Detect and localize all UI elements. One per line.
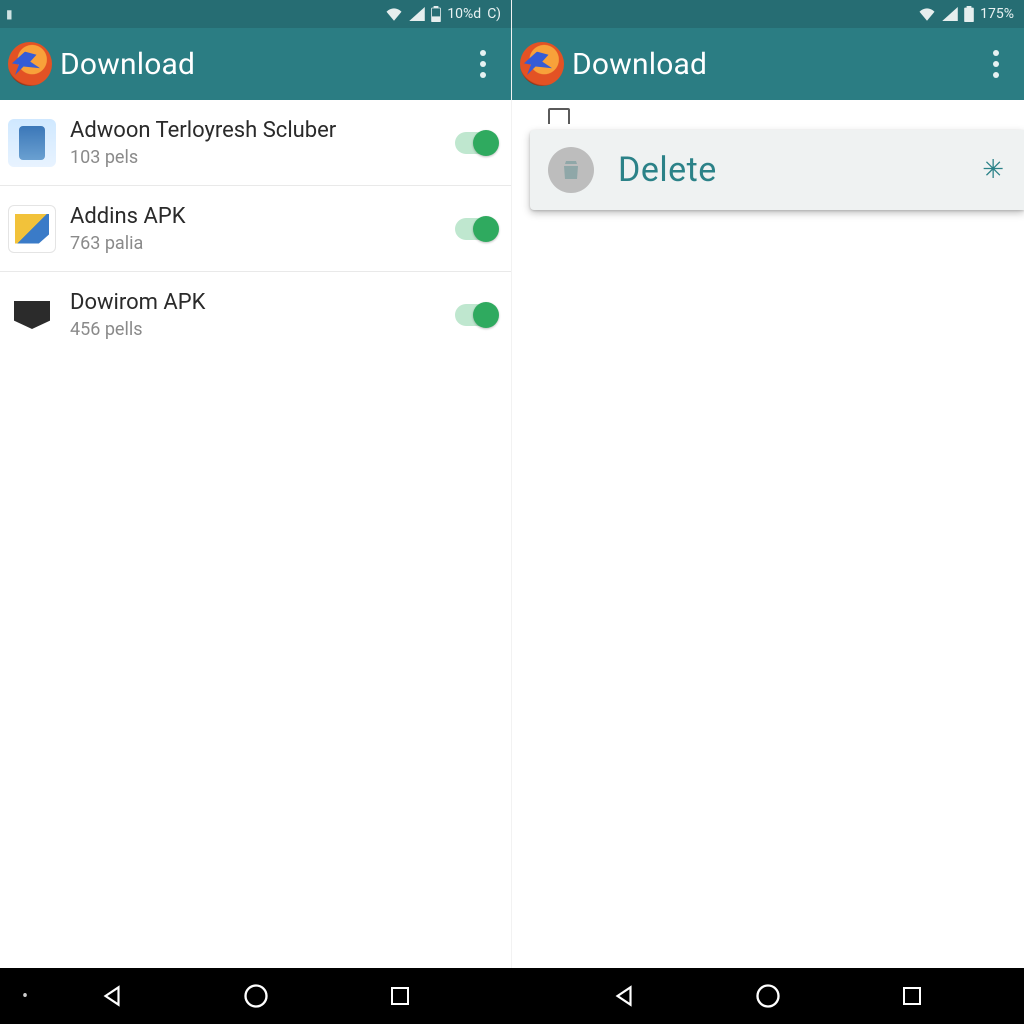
list-item-subtitle: 103 pels — [70, 147, 445, 168]
home-button[interactable] — [239, 979, 273, 1013]
screen-right: 175% Download Delete ✳ — [512, 0, 1024, 968]
list-item-title: Addins APK — [70, 204, 445, 229]
app-icon — [8, 205, 56, 253]
delete-action-card[interactable]: Delete ✳ — [530, 130, 1024, 210]
recents-button[interactable] — [383, 979, 417, 1013]
app-title-left: Download — [60, 47, 195, 82]
signal-icon — [942, 7, 958, 21]
list-item[interactable]: Adwoon Terloyresh Scluber 103 pels — [0, 100, 511, 186]
battery-text-right: 175% — [980, 6, 1014, 22]
app-icon — [8, 291, 56, 339]
list-item-text: Adwoon Terloyresh Scluber 103 pels — [70, 118, 445, 168]
app-bar-left: Download — [0, 28, 511, 100]
app-logo-icon — [8, 42, 52, 86]
home-button[interactable] — [751, 979, 785, 1013]
overflow-menu-button-left[interactable] — [469, 44, 497, 84]
list-item-title: Dowirom APK — [70, 290, 445, 315]
status-icons-right: 175% — [918, 6, 1014, 22]
status-left-indicator: ▮ — [6, 7, 13, 21]
close-icon[interactable]: ✳ — [982, 157, 1004, 183]
list-item-subtitle: 763 palia — [70, 233, 445, 254]
wifi-icon — [918, 7, 936, 21]
list-item[interactable]: Dowirom APK 456 pells — [0, 272, 511, 358]
list-item-subtitle: 456 pells — [70, 319, 445, 340]
toggle-switch[interactable] — [455, 132, 497, 154]
navigation-bar — [0, 968, 1024, 1024]
toggle-switch[interactable] — [455, 218, 497, 240]
toggle-switch[interactable] — [455, 304, 497, 326]
list-item-text: Addins APK 763 palia — [70, 204, 445, 254]
status-bar-right: 175% — [512, 0, 1024, 28]
nav-buttons-right — [512, 968, 1024, 1024]
list-item[interactable]: Addins APK 763 palia — [0, 186, 511, 272]
back-button[interactable] — [607, 979, 641, 1013]
screen-left: ▮ 10%d C) Download — [0, 0, 512, 968]
status-bar-left: ▮ 10%d C) — [0, 0, 511, 28]
wifi-icon — [385, 7, 403, 21]
app-title-right: Download — [572, 47, 707, 82]
nav-buttons-left — [0, 968, 512, 1024]
battery-icon — [431, 6, 441, 22]
app-bar-right: Download — [512, 28, 1024, 100]
status-extra-glyph: C) — [487, 6, 501, 22]
back-button[interactable] — [95, 979, 129, 1013]
list-item-title: Adwoon Terloyresh Scluber — [70, 118, 445, 143]
background-row-peek — [512, 100, 1024, 124]
delete-avatar-icon — [548, 147, 594, 193]
checkbox-icon — [548, 108, 570, 124]
app-logo-icon — [520, 42, 564, 86]
delete-label: Delete — [618, 150, 717, 190]
signal-icon — [409, 7, 425, 21]
overflow-menu-button-right[interactable] — [982, 44, 1010, 84]
battery-icon — [964, 6, 974, 22]
status-icons-left: 10%d C) — [385, 6, 501, 22]
battery-text-left: 10%d — [447, 6, 481, 22]
download-list: Adwoon Terloyresh Scluber 103 pels Addin… — [0, 100, 511, 358]
app-icon — [8, 119, 56, 167]
list-item-text: Dowirom APK 456 pells — [70, 290, 445, 340]
recents-button[interactable] — [895, 979, 929, 1013]
